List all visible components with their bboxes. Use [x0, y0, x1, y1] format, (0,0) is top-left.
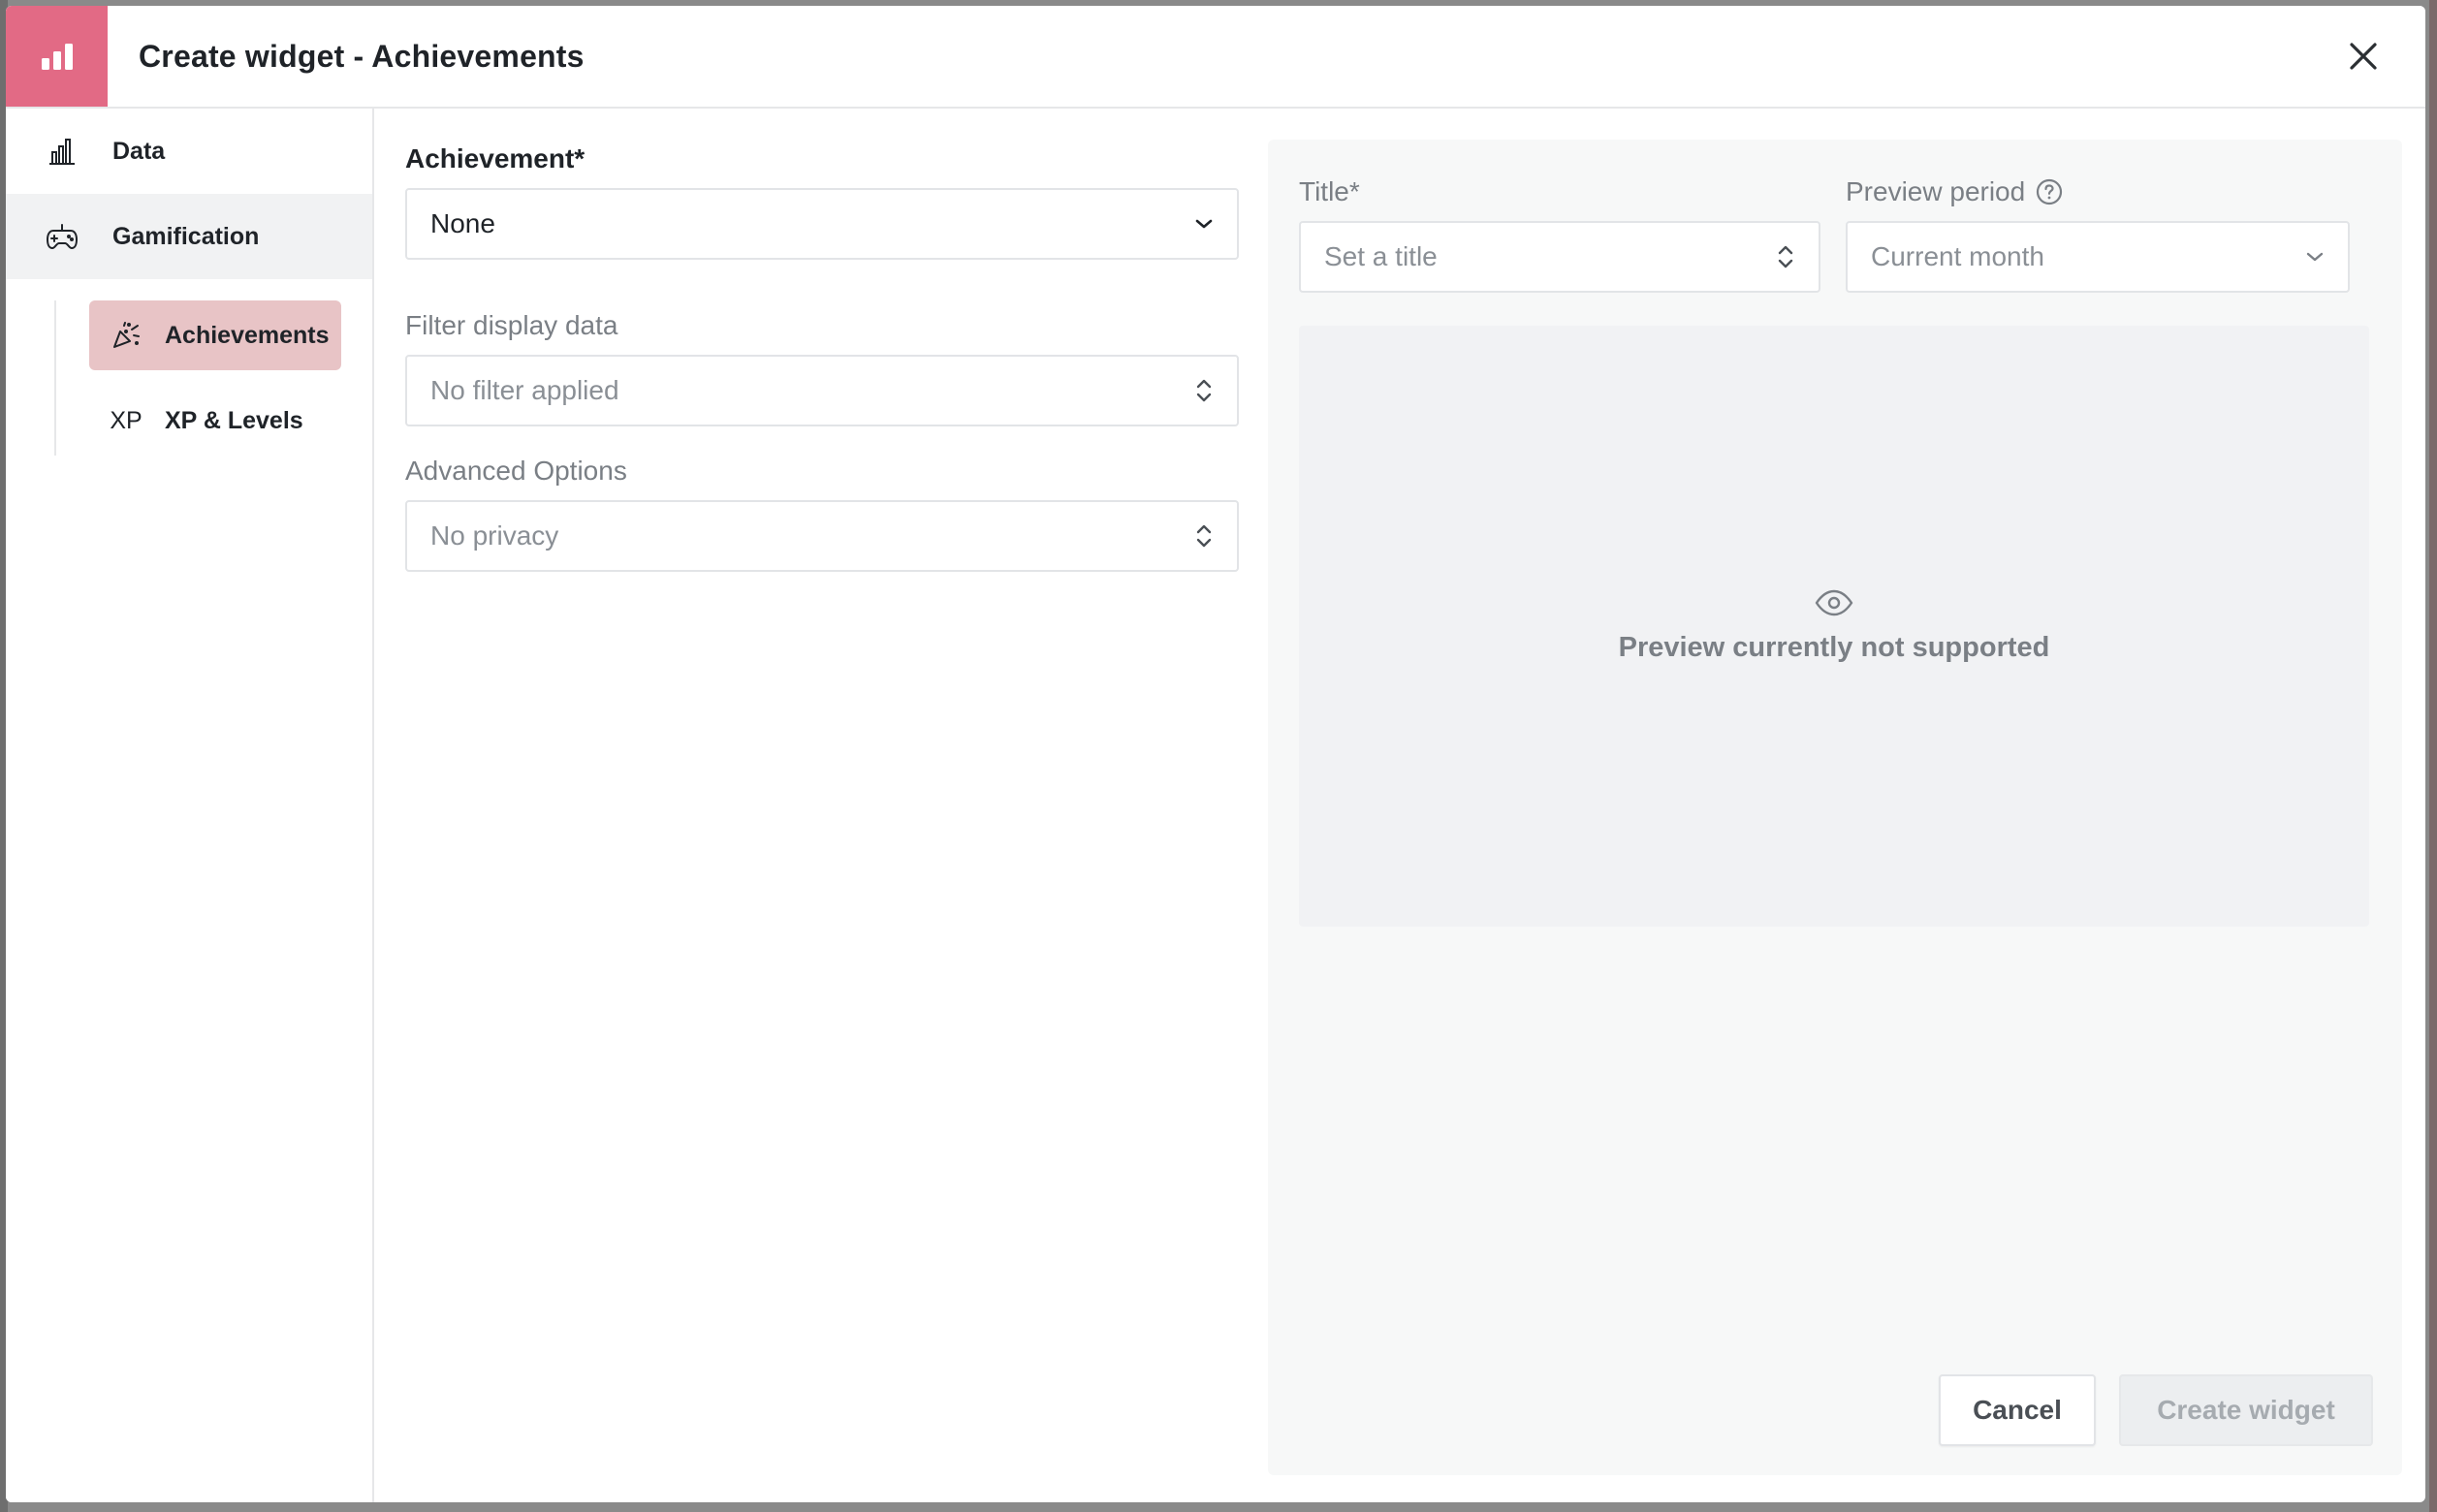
subnav-item-achievements[interactable]: Achievements — [89, 300, 341, 370]
backdrop-right-edge — [2429, 0, 2437, 1512]
help-circle-icon[interactable] — [2035, 177, 2064, 206]
title-label: Title* — [1299, 176, 1820, 207]
sidebar-item-gamification[interactable]: Gamification — [6, 194, 372, 279]
achievement-select[interactable]: None — [405, 188, 1239, 260]
sidebar: Data Gamification Achievements XP XP & L… — [6, 109, 374, 1502]
filter-label: Filter display data — [405, 310, 618, 340]
dialog-header: Create widget - Achievements — [6, 6, 2425, 109]
subnav-item-label: XP & Levels — [165, 406, 303, 434]
sidebar-item-data[interactable]: Data — [6, 109, 372, 194]
close-button[interactable] — [2342, 35, 2385, 78]
preview-unsupported-message: Preview currently not supported — [1618, 631, 2050, 663]
party-popper-icon — [107, 320, 145, 351]
preview-period-label: Preview period — [1846, 176, 2350, 207]
privacy-select[interactable]: No privacy — [405, 500, 1239, 572]
create-widget-dialog: Create widget - Achievements Data Gamifi… — [6, 6, 2425, 1502]
filter-select[interactable]: No filter applied — [405, 355, 1239, 426]
title-field: Title* Set a title — [1299, 176, 1820, 293]
preview-settings-row: Title* Set a title Preview period Curren… — [1299, 176, 2371, 293]
title-input-placeholder: Set a title — [1324, 241, 1438, 271]
filter-select-value: No filter applied — [430, 375, 619, 405]
chevron-up-down-icon — [1196, 379, 1212, 402]
preview-panel: Title* Set a title Preview period Curren… — [1268, 140, 2402, 1475]
subnav-item-label: Achievements — [165, 321, 330, 349]
advanced-options-label: Advanced Options — [405, 456, 627, 486]
gamepad-icon — [45, 219, 79, 254]
cancel-button[interactable]: Cancel — [1939, 1374, 2096, 1446]
bar-chart-icon — [41, 44, 73, 70]
bar-chart-outline-icon — [45, 134, 79, 169]
eye-icon — [1815, 589, 1853, 615]
xp-icon: XP — [110, 406, 142, 434]
chevron-up-down-icon — [1196, 524, 1212, 548]
preview-period-select[interactable]: Current month — [1846, 221, 2350, 293]
subnav-item-xp-levels[interactable]: XP XP & Levels — [89, 386, 341, 456]
title-input[interactable]: Set a title — [1299, 221, 1820, 293]
dialog-title: Create widget - Achievements — [139, 38, 585, 74]
achievement-select-value: None — [430, 208, 495, 238]
dialog-footer: Cancel Create widget — [1939, 1374, 2373, 1446]
create-widget-button[interactable]: Create widget — [2119, 1374, 2373, 1446]
title-label-text: Title* — [1299, 176, 1360, 206]
preview-area: Preview currently not supported — [1299, 326, 2369, 927]
widget-logo — [6, 6, 108, 107]
achievement-label: Achievement* — [405, 143, 586, 173]
preview-period-field: Preview period Current month — [1846, 176, 2350, 293]
preview-period-label-text: Preview period — [1846, 176, 2026, 206]
sidebar-item-label: Data — [112, 137, 166, 165]
close-icon — [2350, 43, 2377, 70]
widget-form: Achievement* None Filter display data No… — [405, 109, 1239, 572]
sidebar-item-label: Gamification — [112, 222, 260, 250]
gamification-subnav: Achievements XP XP & Levels — [54, 300, 372, 456]
privacy-select-value: No privacy — [430, 520, 559, 551]
preview-period-value: Current month — [1871, 241, 2044, 271]
chevron-down-icon — [1195, 219, 1213, 229]
chevron-down-icon — [2306, 252, 2324, 262]
chevron-up-down-icon — [1778, 245, 1793, 268]
